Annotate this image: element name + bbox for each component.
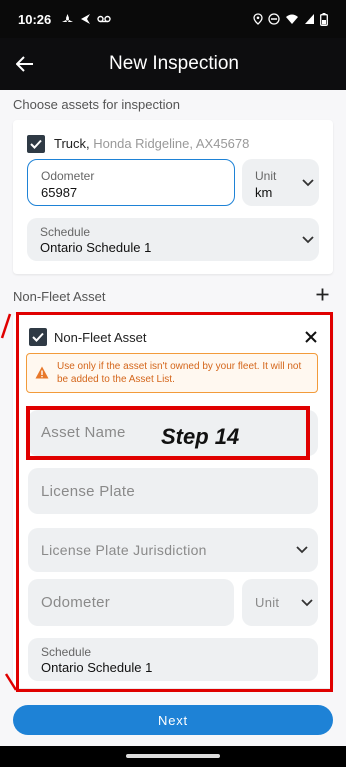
arrow-left-icon (16, 56, 33, 72)
location-icon (253, 13, 263, 25)
annotation-lines (0, 313, 18, 691)
choose-assets-label: Choose assets for inspection (13, 97, 180, 112)
truck-schedule-label: Schedule (40, 225, 91, 239)
truck-schedule-value: Ontario Schedule 1 (40, 240, 152, 255)
chevron-down-icon (302, 179, 314, 187)
chevron-down-icon (302, 236, 314, 244)
page-title: New Inspection (109, 53, 239, 74)
system-nav-bar (0, 746, 346, 767)
next-button[interactable]: Next (13, 705, 333, 735)
truck-unit-label: Unit (255, 169, 277, 183)
annotation-frame (16, 312, 333, 692)
voicemail-icon (97, 15, 111, 23)
check-icon (30, 139, 42, 149)
send-icon (81, 14, 91, 24)
battery-icon (320, 12, 328, 26)
truck-unit-value: km (255, 185, 273, 200)
wifi-icon (286, 14, 298, 24)
status-time: 10:26 (18, 11, 52, 27)
truck-checkbox[interactable] (27, 135, 45, 153)
truck-details: Honda Ridgeline, AX45678 (89, 136, 250, 151)
home-gesture-handle[interactable] (126, 754, 220, 758)
truck-odometer-field[interactable]: Odometer 65987 (27, 159, 235, 206)
signal-icon (305, 14, 314, 24)
truck-odometer-label: Odometer (41, 169, 95, 183)
truck-schedule-select[interactable]: Schedule Ontario Schedule 1 (27, 218, 319, 261)
truck-name: Truck, (54, 136, 90, 151)
truck-odometer-value: 65987 (41, 185, 78, 200)
add-icon[interactable] (316, 288, 329, 301)
fan-icon (62, 14, 74, 22)
app-bar: New Inspection (0, 38, 346, 90)
truck-card: Truck, Honda Ridgeline, AX45678 Odometer… (13, 120, 333, 274)
status-bar: 10:26 (0, 0, 346, 38)
truck-unit-select[interactable]: Unit km (242, 159, 319, 206)
step-label: Step 14 (161, 424, 240, 449)
dnd-icon (268, 13, 280, 25)
back-button[interactable] (12, 51, 38, 77)
non-fleet-section-label: Non-Fleet Asset (13, 289, 106, 304)
